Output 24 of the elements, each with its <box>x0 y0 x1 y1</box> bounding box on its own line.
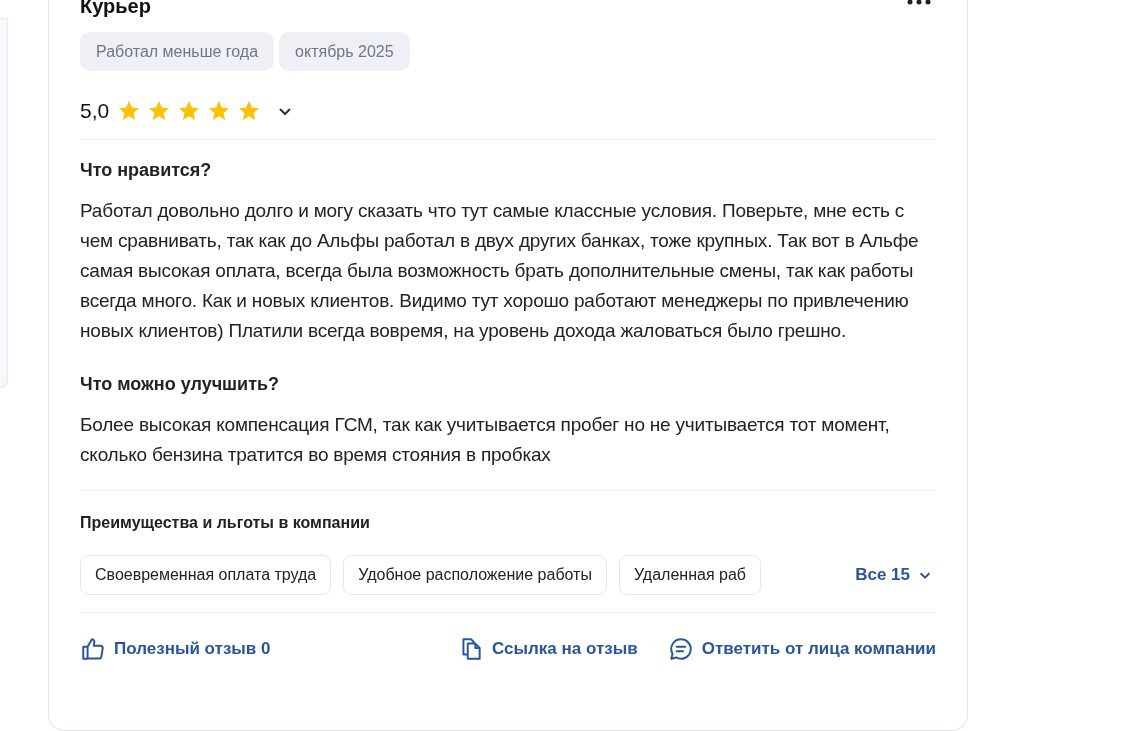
star-icon <box>207 99 232 123</box>
star-icon <box>147 99 172 123</box>
position-title: Курьер <box>80 0 151 18</box>
section-heading: Что нравится? <box>80 159 213 182</box>
tag: Работал меньше года <box>80 32 275 71</box>
benefit-chip: Удаленная раб <box>618 555 761 595</box>
tag: октябрь 2025 <box>279 32 410 71</box>
star-icon <box>117 99 142 123</box>
thumbs-up-icon <box>80 636 106 662</box>
action-link[interactable]: Ответить от лица компании <box>701 636 936 662</box>
show-all-button[interactable]: Все 15 <box>855 562 932 588</box>
more-icon[interactable] <box>906 0 932 6</box>
rating-value: 5,0 <box>80 98 110 125</box>
review-text: Более высокая компенсация ГСМ, так как учитывается пробег но не учитывается тот момент, сколько бензина тратится во время стояния в пробках <box>80 413 891 467</box>
review-text: Работал довольно долго и могу сказать что тут самые классные условия. Поверьте, мне есть с чем сравнивать, так как до Альфы работал в двух других банках, тоже крупных. Так вот в Альфе самая высокая оплата, всегда была возможность брать дополнительные смены, так как работы всегда много. Как и новых клиентов. Видимо тут хорошо работают менеджеры по привлечению новых клиентов) Платили всегда вовремя, на уровень дохода жаловаться было грешно. <box>80 199 920 343</box>
star-icon <box>237 99 262 123</box>
section-heading: Что можно улучшить? <box>80 373 281 396</box>
benefits-heading: Преимущества и льготы в компании <box>80 513 371 533</box>
benefit-chip: Своевременная оплата труда <box>80 555 332 595</box>
action-link[interactable]: Полезный отзыв 0 <box>114 636 271 662</box>
chat-icon <box>667 636 694 662</box>
action-link[interactable]: Ссылка на отзыв <box>492 636 638 662</box>
star-icon <box>177 99 202 123</box>
benefit-chip: Удобное расположение работы <box>343 555 607 595</box>
